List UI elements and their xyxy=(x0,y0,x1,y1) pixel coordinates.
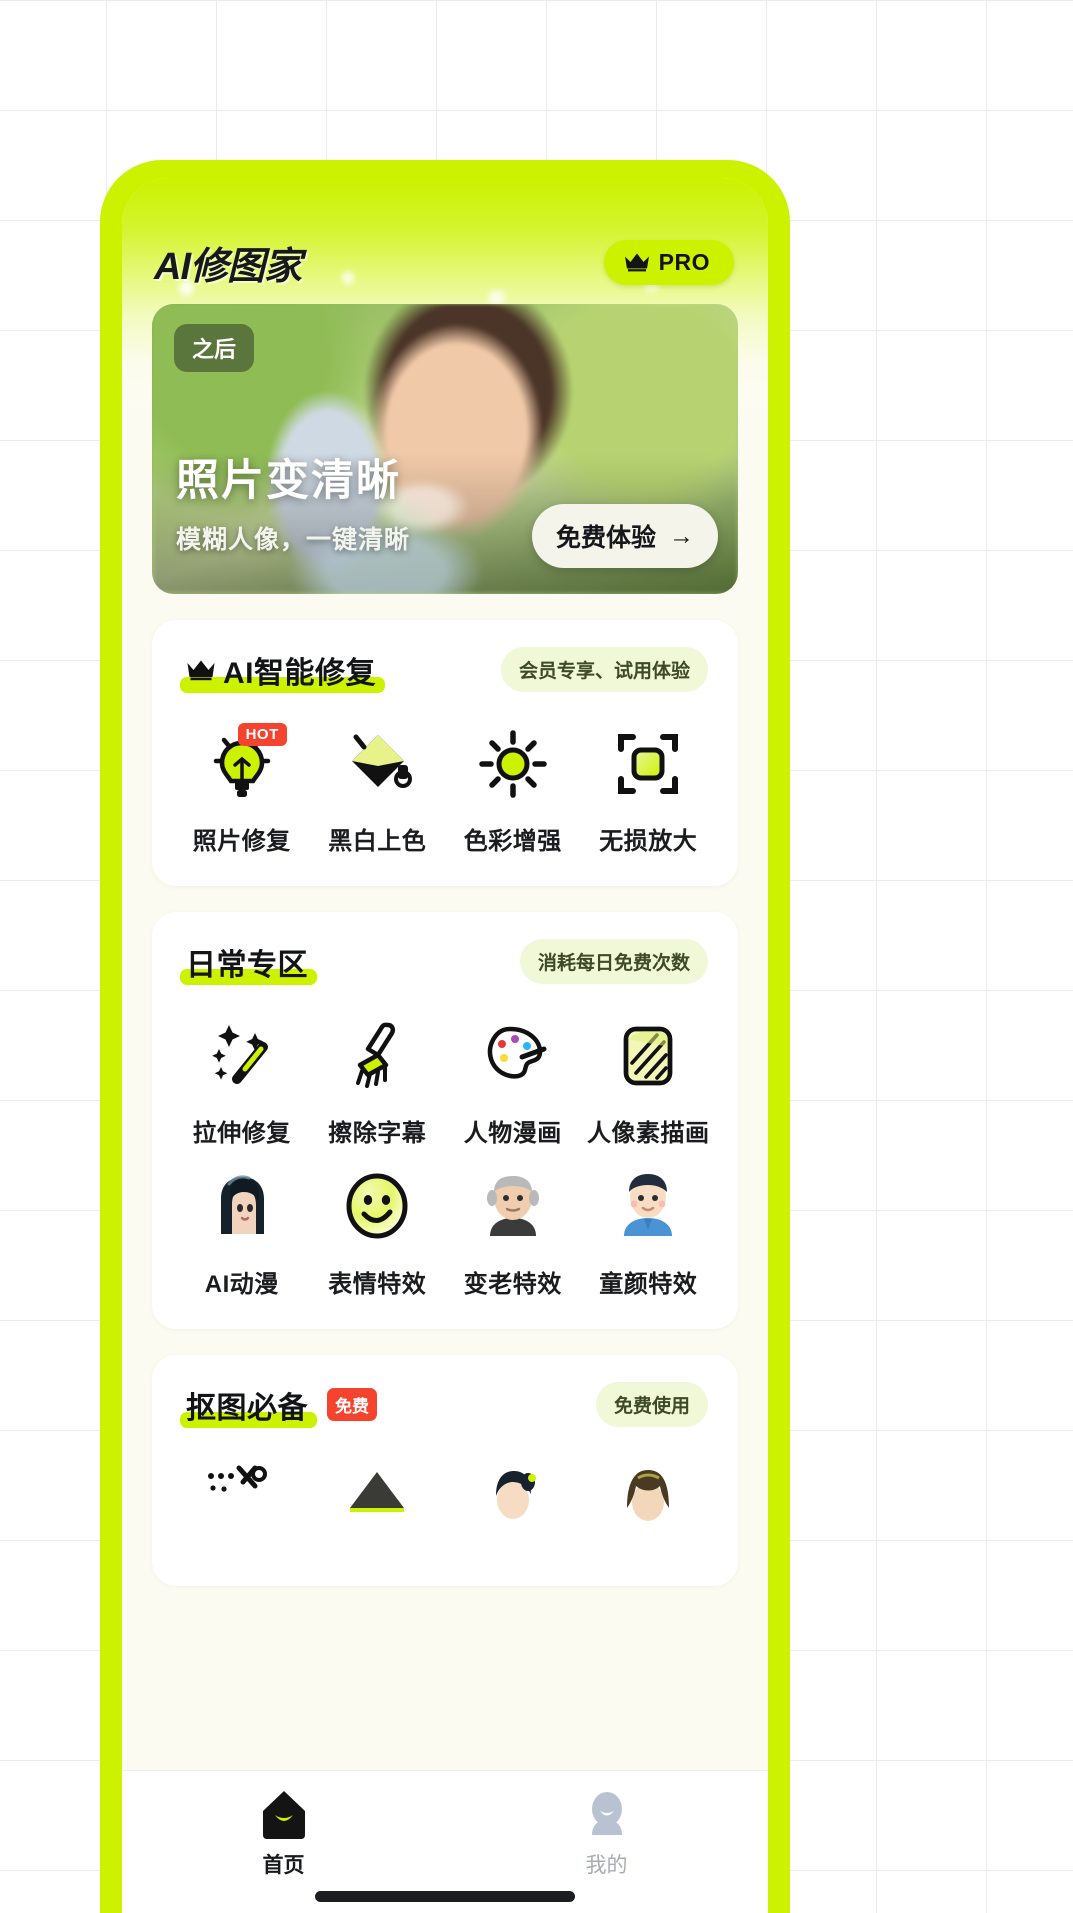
tool-label: 黑白上色 xyxy=(328,828,427,855)
hero-after-badge: 之后 xyxy=(174,324,255,372)
status-badge: 免费使用 xyxy=(595,1382,708,1427)
anime-portrait-icon xyxy=(199,1164,285,1250)
nav-item-home[interactable]: 首页 xyxy=(209,1787,359,1879)
tool-label: 无损放大 xyxy=(599,828,698,855)
mountain-icon xyxy=(334,1456,420,1542)
tool-grid: 拉伸修复 擦除字幕 人物漫画 人像素描画 AI动漫 表情特效 变老特效 童颜特效 xyxy=(174,1007,716,1303)
tool-label: 变老特效 xyxy=(463,1271,562,1298)
tool-tile-colorize[interactable]: 黑白上色 xyxy=(310,715,446,860)
section-cutout-essentials: 抠图必备 免费 免费使用 xyxy=(152,1355,738,1586)
scan-expand-icon xyxy=(605,721,691,807)
section-ai-repair: AI智能修复 会员专享、试用体验 HOT 照片修复 黑白上色 色彩增强 无损放大 xyxy=(152,620,738,886)
hero-title: 照片变清晰 xyxy=(176,457,401,505)
section-header: 日常专区 消耗每日免费次数 xyxy=(174,938,716,985)
tool-tile-youth[interactable]: 童颜特效 xyxy=(581,1158,717,1303)
tool-tile-expression[interactable]: 表情特效 xyxy=(310,1158,446,1303)
tool-label: 表情特效 xyxy=(328,1271,427,1298)
tool-tile-person-brown-hair[interactable] xyxy=(581,1450,717,1560)
home-icon xyxy=(261,1787,307,1843)
palette-icon xyxy=(470,1013,556,1099)
tool-label: 色彩增强 xyxy=(463,828,562,855)
tool-tile-erase-subtitle[interactable]: 擦除字幕 xyxy=(310,1007,446,1152)
free-badge: 免费 xyxy=(327,1388,377,1421)
phone-frame: AI修图家 PRO 之后 照片变清晰 模糊人像，一键清晰 免费体验 → AI智能… xyxy=(100,160,790,1913)
young-person-icon xyxy=(605,1164,691,1250)
tool-label: 拉伸修复 xyxy=(192,1120,291,1147)
tool-grid: HOT 照片修复 黑白上色 色彩增强 无损放大 xyxy=(174,715,716,860)
tool-label: 童颜特效 xyxy=(599,1271,698,1298)
nav-label: 我的 xyxy=(585,1854,628,1877)
section-header: 抠图必备 免费 免费使用 xyxy=(174,1381,716,1428)
section-header: AI智能修复 会员专享、试用体验 xyxy=(174,646,716,693)
smiley-face-icon xyxy=(334,1164,420,1250)
paint-bucket-icon xyxy=(334,721,420,807)
magic-wand-icon xyxy=(199,1013,285,1099)
tool-tile-photo-repair[interactable]: HOT 照片修复 xyxy=(174,715,310,860)
hero-subtitle: 模糊人像，一键清晰 xyxy=(176,526,411,554)
arrow-right-icon: → xyxy=(669,521,694,550)
tool-tile-cartoon[interactable]: 人物漫画 xyxy=(445,1007,581,1152)
scissors-cutout-icon xyxy=(199,1456,285,1542)
brush-icon xyxy=(334,1013,420,1099)
status-badge: 消耗每日免费次数 xyxy=(519,939,708,984)
section-title: AI智能修复 xyxy=(223,657,376,690)
tool-label: AI动漫 xyxy=(204,1271,279,1298)
page-title: AI修图家 xyxy=(154,245,302,288)
nav-label: 首页 xyxy=(262,1854,305,1877)
hero-banner[interactable]: 之后 照片变清晰 模糊人像，一键清晰 免费体验 → xyxy=(152,304,738,594)
lightbulb-icon: HOT xyxy=(199,721,287,807)
phone-screen: AI修图家 PRO 之后 照片变清晰 模糊人像，一键清晰 免费体验 → AI智能… xyxy=(122,178,768,1913)
crown-icon xyxy=(186,659,216,681)
tool-tile-aging[interactable]: 变老特效 xyxy=(445,1158,581,1303)
tool-label: 人像素描画 xyxy=(587,1120,710,1147)
app-screen: AI修图家 PRO 之后 照片变清晰 模糊人像，一键清晰 免费体验 → AI智能… xyxy=(122,178,768,1913)
tool-tile-stretch-repair[interactable]: 拉伸修复 xyxy=(174,1007,310,1152)
old-person-icon xyxy=(470,1164,556,1250)
sketch-icon xyxy=(605,1013,691,1099)
section-daily-zone: 日常专区 消耗每日免费次数 拉伸修复 擦除字幕 人物漫画 人像素描画 AI动漫 … xyxy=(152,912,738,1329)
tool-tile-color-enhance[interactable]: 色彩增强 xyxy=(445,715,581,860)
hero-cta-button[interactable]: 免费体验 → xyxy=(531,504,718,568)
tool-label: 擦除字幕 xyxy=(328,1120,427,1147)
tool-label: 人物漫画 xyxy=(463,1120,562,1147)
tool-tile-sketch[interactable]: 人像素描画 xyxy=(581,1007,717,1152)
section-title: 抠图必备 xyxy=(186,1392,308,1425)
status-badge: 会员专享、试用体验 xyxy=(500,647,708,692)
tool-tile-ai-anime[interactable]: AI动漫 xyxy=(174,1158,310,1303)
tool-tile-person-dark-hair[interactable] xyxy=(445,1450,581,1560)
tool-tile-upscale[interactable]: 无损放大 xyxy=(581,715,717,860)
home-indicator xyxy=(315,1891,575,1902)
pro-label: PRO xyxy=(658,248,710,275)
hot-badge: HOT xyxy=(237,723,287,746)
tool-tile-scissors-cutout[interactable] xyxy=(174,1450,310,1560)
profile-icon xyxy=(584,1787,630,1843)
bottom-navigation: 首页 我的 xyxy=(122,1770,768,1913)
person-dark-hair-icon xyxy=(470,1456,556,1542)
app-header: AI修图家 PRO xyxy=(122,178,768,298)
tool-label: 照片修复 xyxy=(192,828,291,855)
hero-cta-label: 免费体验 xyxy=(555,524,656,552)
tool-grid xyxy=(174,1450,716,1560)
brightness-sun-icon xyxy=(470,721,556,807)
nav-item-profile[interactable]: 我的 xyxy=(532,1787,682,1879)
person-brown-hair-icon xyxy=(605,1456,691,1542)
tool-tile-mountain[interactable] xyxy=(310,1450,446,1560)
crown-icon xyxy=(624,252,650,272)
pro-button[interactable]: PRO xyxy=(603,239,734,285)
section-title: 日常专区 xyxy=(186,949,308,982)
